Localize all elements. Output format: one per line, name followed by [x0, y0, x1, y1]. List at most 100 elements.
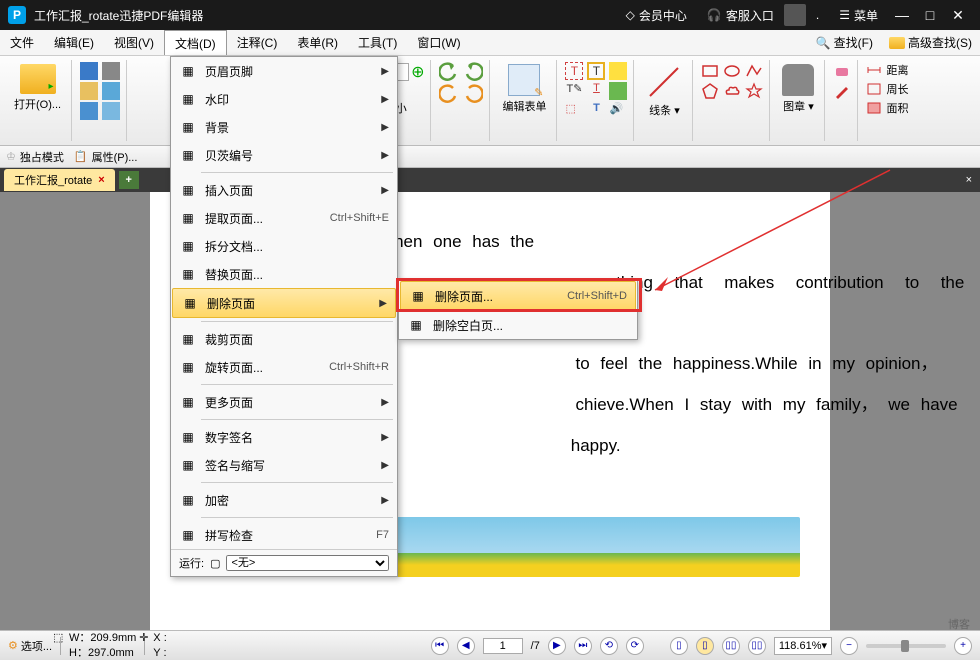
menu-item-加密[interactable]: ▦加密▶ [171, 486, 397, 514]
menu-item-删除页面[interactable]: ▦删除页面▶ [172, 288, 396, 318]
redo-all-icon[interactable] [463, 84, 483, 104]
menu-item-替换页面...[interactable]: ▦替换页面... [171, 260, 397, 288]
zoom-in-icon[interactable]: ⊕ [411, 62, 424, 82]
find-button[interactable]: 🔍查找(F) [808, 34, 881, 51]
last-page-button[interactable]: ⏭ [574, 637, 592, 655]
run-select[interactable]: <无> [226, 555, 389, 571]
menu-item-插入页面[interactable]: ▦插入页面▶ [171, 176, 397, 204]
menu-item-水印[interactable]: ▦水印▶ [171, 85, 397, 113]
properties-button[interactable]: 📋属性(P)... [74, 149, 138, 165]
menu-form[interactable]: 表单(R) [287, 30, 348, 55]
menu-item-裁剪页面[interactable]: ▦裁剪页面 [171, 325, 397, 353]
menu-item-页眉页脚[interactable]: ▦页眉页脚▶ [171, 57, 397, 85]
submenu-item-删除页面...[interactable]: ▦删除页面...Ctrl+Shift+D [400, 281, 636, 311]
link-icon[interactable]: ⬚ [565, 102, 583, 120]
folder-icon [889, 37, 905, 49]
text-edit-icon[interactable]: T [565, 62, 583, 80]
edit-form-button[interactable]: ✎ 编辑表单 [498, 62, 550, 116]
member-center-button[interactable]: ◇ 会员中心 [616, 7, 697, 24]
open-button[interactable]: ▸ 打开(O)... [10, 62, 65, 114]
undo-icon[interactable] [439, 62, 459, 82]
close-button[interactable]: ✕ [944, 7, 972, 24]
page-number-input[interactable] [483, 638, 523, 654]
zoom-slider[interactable] [866, 644, 946, 648]
stamp-button[interactable]: 图章 ▾ [778, 62, 818, 116]
image-icon[interactable] [609, 82, 627, 100]
undo-all-icon[interactable] [439, 84, 459, 104]
zoom-out-button[interactable]: − [840, 637, 858, 655]
document-tab[interactable]: 工作汇报_rotate× [4, 169, 115, 191]
menu-item-提取页面...[interactable]: ▦提取页面...Ctrl+Shift+E [171, 204, 397, 232]
minimize-button[interactable]: — [888, 7, 916, 23]
tab-add-button[interactable]: + [119, 171, 139, 189]
menu-window[interactable]: 窗口(W) [407, 30, 470, 55]
prev-page-button[interactable]: ◀ [457, 637, 475, 655]
single-page-button[interactable]: ▯ [670, 637, 688, 655]
menu-item-贝茨编号[interactable]: ▦贝茨编号▶ [171, 141, 397, 169]
first-page-button[interactable]: ⏮ [431, 637, 449, 655]
zoom-combo[interactable]: 118.61% ▾ [774, 637, 832, 655]
text-box-icon[interactable]: T [587, 62, 605, 80]
main-menu-button[interactable]: ☰ 菜单 [829, 7, 888, 24]
advanced-find-button[interactable]: 高级查找(S) [881, 34, 980, 51]
submenu-item-删除空白页...[interactable]: ▦删除空白页... [399, 311, 637, 339]
perimeter-button[interactable]: 周长 [866, 81, 908, 97]
menu-item-更多页面[interactable]: ▦更多页面▶ [171, 388, 397, 416]
two-page-button[interactable]: ▯▯ [722, 637, 740, 655]
options-button[interactable]: ⚙选项... [8, 638, 52, 654]
menu-item-签名与缩写[interactable]: ▦签名与缩写▶ [171, 451, 397, 479]
area-button[interactable]: 面积 [866, 100, 908, 116]
menu-item-数字签名[interactable]: ▦数字签名▶ [171, 423, 397, 451]
menu-document[interactable]: 文档(D) [164, 30, 227, 55]
cloud-icon[interactable] [102, 102, 120, 120]
sound-icon[interactable]: 🔊 [609, 102, 627, 120]
continuous-button[interactable]: ▯ [696, 637, 714, 655]
two-cont-button[interactable]: ▯▯ [748, 637, 766, 655]
menu-item-拆分文档...[interactable]: ▦拆分文档... [171, 232, 397, 260]
menu-item-旋转页面...[interactable]: ▦旋转页面...Ctrl+Shift+R [171, 353, 397, 381]
menu-comment[interactable]: 注释(C) [227, 30, 288, 55]
window-title: 工作汇报_rotate迅捷PDF编辑器 [34, 7, 616, 24]
more-icon: ▦ [179, 393, 197, 411]
star-burst-icon[interactable] [745, 82, 763, 100]
pencil-icon[interactable] [833, 82, 851, 100]
menu-view[interactable]: 视图(V) [104, 30, 164, 55]
menu-file[interactable]: 文件 [0, 30, 44, 55]
lines-button[interactable]: 线条 ▾ [642, 62, 686, 120]
menu-edit[interactable]: 编辑(E) [44, 30, 104, 55]
edit-text-icon[interactable]: T✎ [565, 82, 583, 100]
user-avatar[interactable] [784, 4, 806, 26]
next-page-button[interactable]: ▶ [548, 637, 566, 655]
tab-close-icon[interactable]: × [98, 174, 104, 186]
eraser-icon[interactable] [833, 62, 851, 80]
underline-icon[interactable]: T [587, 82, 605, 100]
ellipse-icon[interactable] [723, 62, 741, 80]
support-button[interactable]: 🎧 客服入口 [697, 7, 784, 24]
menu-item-拼写检查[interactable]: ▦拼写检查F7 [171, 521, 397, 549]
tabbar-close-button[interactable]: × [958, 174, 980, 186]
cloud-shape-icon[interactable] [723, 82, 741, 100]
scan-icon[interactable] [102, 82, 120, 100]
print-icon[interactable] [102, 62, 120, 80]
highlight-icon[interactable] [609, 62, 627, 80]
distance-button[interactable]: 距离 [866, 62, 908, 78]
email-icon[interactable] [80, 82, 98, 100]
polyline-icon[interactable] [745, 62, 763, 80]
nav-back-button[interactable]: ⟲ [600, 637, 618, 655]
open-folder-icon: ▸ [20, 64, 56, 94]
polygon-icon[interactable] [701, 82, 719, 100]
page-crop-icon: ⬚ [53, 632, 63, 644]
menu-tools[interactable]: 工具(T) [348, 30, 407, 55]
maximize-button[interactable]: □ [916, 7, 944, 23]
exclusive-mode-button[interactable]: ♔独占模式 [6, 149, 64, 165]
menu-item-背景[interactable]: ▦背景▶ [171, 113, 397, 141]
nav-fwd-button[interactable]: ⟳ [626, 637, 644, 655]
rect-icon[interactable] [701, 62, 719, 80]
zoom-in-button[interactable]: + [954, 637, 972, 655]
document-dropdown: ▦页眉页脚▶▦水印▶▦背景▶▦贝茨编号▶ ▦插入页面▶▦提取页面...Ctrl+S… [170, 56, 398, 577]
convert-icon[interactable] [80, 102, 98, 120]
text-plain-icon[interactable]: T [587, 102, 605, 120]
redo-icon[interactable] [463, 62, 483, 82]
username: . [806, 8, 829, 22]
save-icon[interactable] [80, 62, 98, 80]
